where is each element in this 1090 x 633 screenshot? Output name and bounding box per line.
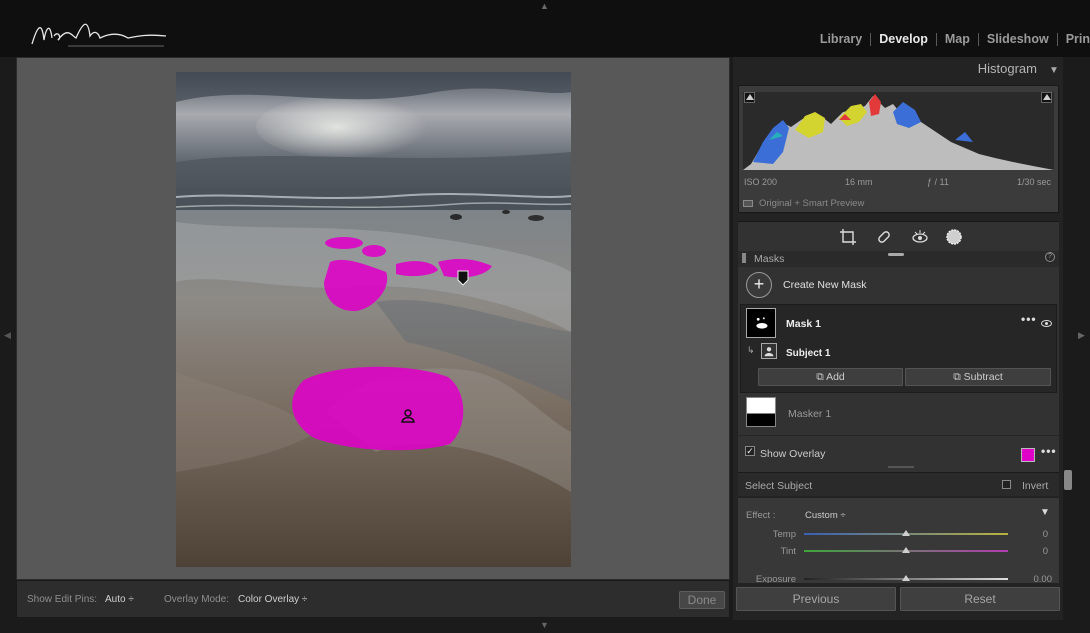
module-slideshow[interactable]: Slideshow	[979, 32, 1057, 46]
show-overlay-checkbox[interactable]: ✓	[745, 446, 755, 456]
exif-shutter: 1/30 sec	[1017, 177, 1052, 187]
show-edit-pins-label: Show Edit Pins:	[27, 594, 98, 605]
create-new-mask-button[interactable]: Create New Mask	[783, 279, 866, 291]
panel-collapse-icon[interactable]: ▼	[1049, 65, 1059, 76]
effect-panel: Effect : Custom ÷ ▼ Temp 0 Tint 0 Exposu…	[738, 497, 1059, 583]
add-label: Add	[826, 371, 845, 383]
module-library[interactable]: Library	[812, 32, 870, 46]
mask-1-label[interactable]: Mask 1	[786, 318, 821, 330]
smart-preview-status[interactable]: Original + Smart Preview	[743, 198, 864, 209]
overlay-mode-label: Overlay Mode:	[164, 594, 230, 605]
right-panel: Histogram ▼ ISO 200 16 mm ƒ / 11 1/30 se…	[733, 57, 1063, 620]
masker-1-thumbnail[interactable]	[746, 397, 776, 427]
sub-mask-arrow-icon: ↳	[747, 345, 755, 355]
top-bar: ▲ Library Develop Map Slideshow Prin	[0, 0, 1090, 57]
overlay-mode-select[interactable]: Color Overlay ÷	[238, 594, 307, 605]
mask-1-more-icon[interactable]: •••	[1021, 312, 1037, 326]
red-eye-icon[interactable]	[911, 228, 929, 246]
previous-button[interactable]: Previous	[736, 587, 896, 611]
masks-panel-icon	[742, 253, 746, 263]
overlay-color-swatch[interactable]	[1021, 448, 1035, 462]
highlight-clipping-icon[interactable]	[1041, 92, 1052, 103]
subtract-icon: ⧉	[953, 371, 961, 383]
show-overlay-row: ✓ Show Overlay •••	[738, 435, 1059, 472]
tool-strip	[738, 221, 1059, 251]
masks-panel: + Create New Mask Mask 1 ••• ↳ Subject 1…	[738, 267, 1059, 472]
tint-value[interactable]: 0	[1036, 546, 1048, 557]
module-map[interactable]: Map	[937, 32, 978, 46]
collapse-left-icon[interactable]: ◀	[4, 330, 11, 341]
mask-1-visibility-icon[interactable]	[1041, 320, 1052, 327]
show-edit-pins-select[interactable]: Auto ÷	[105, 594, 134, 605]
exif-iso: ISO 200	[744, 177, 778, 187]
add-button[interactable]: ⧉ Add	[758, 368, 903, 386]
tint-slider-knob[interactable]	[902, 547, 910, 553]
add-icon: ⧉	[816, 371, 824, 383]
select-subject-header: Select Subject Invert	[738, 472, 1059, 496]
mask-1-group[interactable]: Mask 1 ••• ↳ Subject 1 ⧉ Add ⧉ Subtract	[740, 304, 1057, 393]
exposure-value[interactable]: 0.00	[1028, 574, 1053, 583]
bottom-toolbar: Show Edit Pins: Auto ÷ Overlay Mode: Col…	[16, 580, 730, 618]
histogram-graph[interactable]	[743, 92, 1054, 170]
overlay-more-icon[interactable]: •••	[1041, 444, 1057, 458]
collapse-bottom-icon[interactable]: ▼	[540, 620, 549, 630]
exif-aperture: ƒ / 11	[927, 177, 949, 187]
invert-label: Invert	[1022, 480, 1049, 492]
exif-focal-length: 16 mm	[845, 177, 873, 187]
create-new-mask-plus-icon[interactable]: +	[746, 272, 772, 298]
effect-preset-select[interactable]: Custom ÷	[805, 510, 846, 521]
help-icon[interactable]: ?	[1045, 252, 1055, 262]
effect-expand-icon[interactable]: ▼	[1040, 507, 1050, 518]
subtract-button[interactable]: ⧉ Subtract	[905, 368, 1051, 386]
masks-title: Masks	[754, 253, 785, 265]
temp-value[interactable]: 0	[1036, 529, 1048, 540]
crop-icon[interactable]	[839, 228, 857, 246]
mask-1-thumbnail[interactable]	[746, 308, 776, 338]
right-panel-scrollbar[interactable]	[1064, 470, 1072, 490]
effect-label: Effect :	[746, 510, 776, 521]
module-print[interactable]: Prin	[1058, 32, 1090, 46]
tint-label: Tint	[780, 546, 796, 557]
histogram-panel: ISO 200 16 mm ƒ / 11 1/30 sec Original +…	[738, 85, 1059, 213]
masker-1-label[interactable]: Masker 1	[788, 408, 831, 420]
image-canvas	[16, 57, 730, 580]
collapse-right-icon[interactable]: ▶	[1078, 330, 1085, 341]
invert-checkbox[interactable]	[1002, 480, 1011, 489]
module-picker: Library Develop Map Slideshow Prin	[812, 31, 1090, 47]
subject-1-thumbnail[interactable]	[761, 343, 777, 359]
photo-beach-with-mask-overlay[interactable]	[176, 72, 571, 567]
panel-footer: Previous Reset	[733, 585, 1063, 615]
subject-1-label[interactable]: Subject 1	[786, 348, 830, 359]
collapse-top-icon[interactable]: ▲	[540, 1, 549, 11]
healing-icon[interactable]	[875, 228, 893, 246]
shadow-clipping-icon[interactable]	[744, 92, 755, 103]
smart-preview-icon	[743, 200, 753, 207]
temp-label: Temp	[772, 529, 796, 540]
masks-resize-handle[interactable]	[888, 466, 914, 468]
masks-header: Masks ?	[738, 251, 1059, 267]
identity-plate-logo	[31, 23, 167, 47]
exposure-slider-knob[interactable]	[902, 575, 910, 581]
done-button[interactable]: Done	[679, 591, 725, 609]
subtract-label: Subtract	[963, 371, 1003, 383]
masking-icon[interactable]	[945, 228, 963, 246]
show-overlay-label: Show Overlay	[760, 448, 826, 460]
reset-button[interactable]: Reset	[900, 587, 1060, 611]
masks-drag-handle[interactable]	[888, 253, 904, 256]
select-subject-label: Select Subject	[745, 480, 813, 492]
histogram-title[interactable]: Histogram	[733, 61, 1059, 76]
module-develop[interactable]: Develop	[871, 32, 936, 46]
temp-slider-knob[interactable]	[902, 530, 910, 536]
exposure-label: Exposure	[755, 574, 796, 583]
smart-preview-label: Original + Smart Preview	[759, 198, 865, 209]
